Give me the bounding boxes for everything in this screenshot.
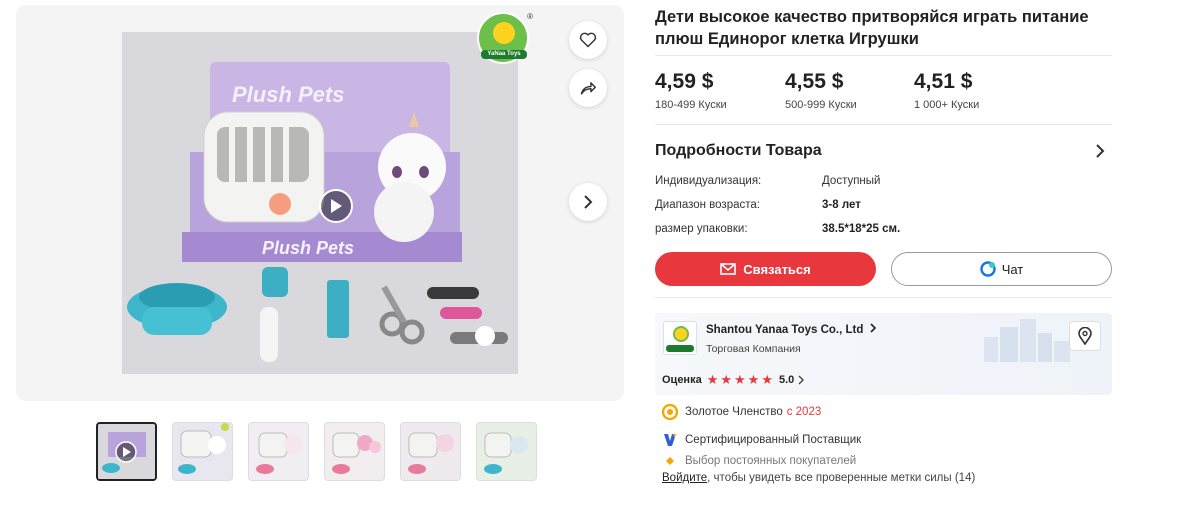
gold-member-label: Золотое Членство — [685, 406, 783, 418]
divider — [655, 124, 1112, 125]
thumbnail-3[interactable] — [248, 422, 309, 481]
rating-value: 5.0 — [778, 373, 795, 386]
share-icon — [580, 82, 596, 95]
product-details-heading[interactable]: Подробности Товара — [655, 142, 822, 160]
attribute-value: 3-8 лет — [822, 199, 861, 211]
brand-logo: YaNaa Toys ® — [477, 12, 533, 64]
price-value: 4,51 $ — [914, 70, 973, 93]
registered-mark: ® — [527, 12, 533, 21]
logo-tag — [666, 345, 694, 352]
chevron-right-icon — [870, 323, 876, 333]
price-quantity: 1 000+ Куски — [914, 99, 980, 111]
share-button[interactable] — [569, 69, 607, 107]
verified-supplier-badge: Сертифицированный Поставщик — [662, 432, 861, 448]
chat-button[interactable]: Чат — [891, 252, 1112, 286]
thumbnail-image — [98, 424, 155, 479]
contact-button-label: Связаться — [743, 261, 811, 277]
thumbnail-strip — [96, 422, 537, 481]
divider — [655, 55, 1112, 56]
star-icon: ★ — [720, 372, 733, 387]
chick-logo-icon — [673, 326, 689, 342]
favorite-button[interactable] — [569, 21, 607, 59]
login-prompt: Войдите, чтобы увидеть все проверенные м… — [662, 472, 975, 484]
box-brand-text-lower: Plush Pets — [262, 238, 354, 258]
mail-icon — [720, 263, 737, 275]
gold-member-icon — [662, 404, 678, 420]
attribute-key: размер упаковки: — [655, 223, 748, 235]
next-image-button[interactable] — [569, 183, 607, 221]
supplier-type: Торговая Компания — [706, 343, 801, 355]
price-tier-1: 4,59 $ 180-499 Куски — [655, 70, 727, 111]
contact-supplier-button[interactable]: Связаться — [655, 252, 876, 286]
price-value: 4,59 $ — [655, 70, 714, 93]
product-gallery: Plush Pets Plush Pets YaNaa Toys ® — [16, 5, 624, 401]
star-icon: ★ — [761, 372, 773, 387]
supplier-rating[interactable]: Оценка ★ ★ ★ ★ ★ 5.0 — [662, 373, 805, 386]
divider — [655, 297, 1112, 298]
repeat-buyers-badge: Выбор постоянных покупателей — [662, 453, 856, 469]
thumbnail-image — [173, 423, 232, 480]
product-title: Дети высокое качество притворяйся играть… — [655, 8, 1089, 48]
chevron-right-icon — [1096, 144, 1105, 158]
thumbnail-6[interactable] — [476, 422, 537, 481]
rating-label: Оценка — [662, 373, 702, 386]
chick-logo-icon — [493, 22, 515, 44]
supplier-name: Shantou Yanaa Toys Co., Ltd — [706, 324, 864, 336]
price-value: 4,55 $ — [785, 70, 844, 93]
attribute-key: Индивидуализация: — [655, 175, 762, 187]
supplier-logo[interactable] — [663, 321, 697, 355]
chat-bubble-icon — [980, 261, 996, 277]
city-skyline-decoration — [984, 319, 1070, 362]
gold-member-since: с 2023 — [786, 406, 822, 418]
thumbnail-1[interactable] — [96, 422, 157, 481]
attribute-value: 38.5*18*25 см. — [822, 223, 901, 235]
thumbnail-2[interactable] — [172, 422, 233, 481]
price-tier-3: 4,51 $ 1 000+ Куски — [914, 70, 979, 111]
thumbnail-image — [249, 423, 308, 480]
location-button[interactable] — [1069, 321, 1101, 351]
chat-button-label: Чат — [1001, 261, 1024, 277]
box-brand-text: Plush Pets — [232, 82, 344, 107]
price-tier-2: 4,55 $ 500-999 Куски — [785, 70, 857, 111]
attribute-key: Диапазон возраста: — [655, 199, 760, 211]
attribute-value: Доступный — [822, 175, 881, 187]
login-prompt-text: , чтобы увидеть все проверенные метки си… — [707, 472, 976, 484]
rating-stars: ★ ★ ★ ★ ★ — [707, 373, 773, 386]
thumbnail-image — [401, 423, 460, 480]
thumbnail-4[interactable] — [324, 422, 385, 481]
price-quantity: 180-499 Куски — [655, 99, 727, 111]
star-icon: ★ — [706, 372, 719, 387]
chevron-right-icon — [584, 195, 593, 209]
supplier-card: Shantou Yanaa Toys Co., Ltd Торговая Ком… — [655, 313, 1112, 395]
thumbnail-5[interactable] — [400, 422, 461, 481]
price-quantity: 500-999 Куски — [785, 99, 857, 111]
location-pin-icon — [1078, 327, 1092, 345]
verified-supplier-label: Сертифицированный Поставщик — [685, 434, 862, 446]
diamond-bullet-icon — [662, 453, 678, 469]
star-icon: ★ — [734, 372, 746, 387]
supplier-name-link[interactable]: Shantou Yanaa Toys Co., Ltd — [706, 323, 877, 336]
play-icon — [331, 199, 342, 213]
thumbnail-image — [325, 423, 384, 480]
chevron-right-icon — [798, 375, 805, 384]
video-play-button[interactable] — [319, 189, 353, 223]
repeat-buyers-label: Выбор постоянных покупателей — [685, 455, 857, 467]
gold-membership-badge: Золотое Членство с 2023 — [662, 404, 821, 420]
brand-logo-text: YaNaa Toys — [481, 50, 527, 59]
verified-supplier-icon — [662, 432, 678, 448]
thumbnail-image — [477, 423, 536, 480]
heart-icon — [579, 32, 597, 48]
login-link[interactable]: Войдите — [662, 472, 707, 484]
star-icon: ★ — [747, 372, 760, 387]
details-expand-button[interactable] — [1095, 144, 1105, 163]
